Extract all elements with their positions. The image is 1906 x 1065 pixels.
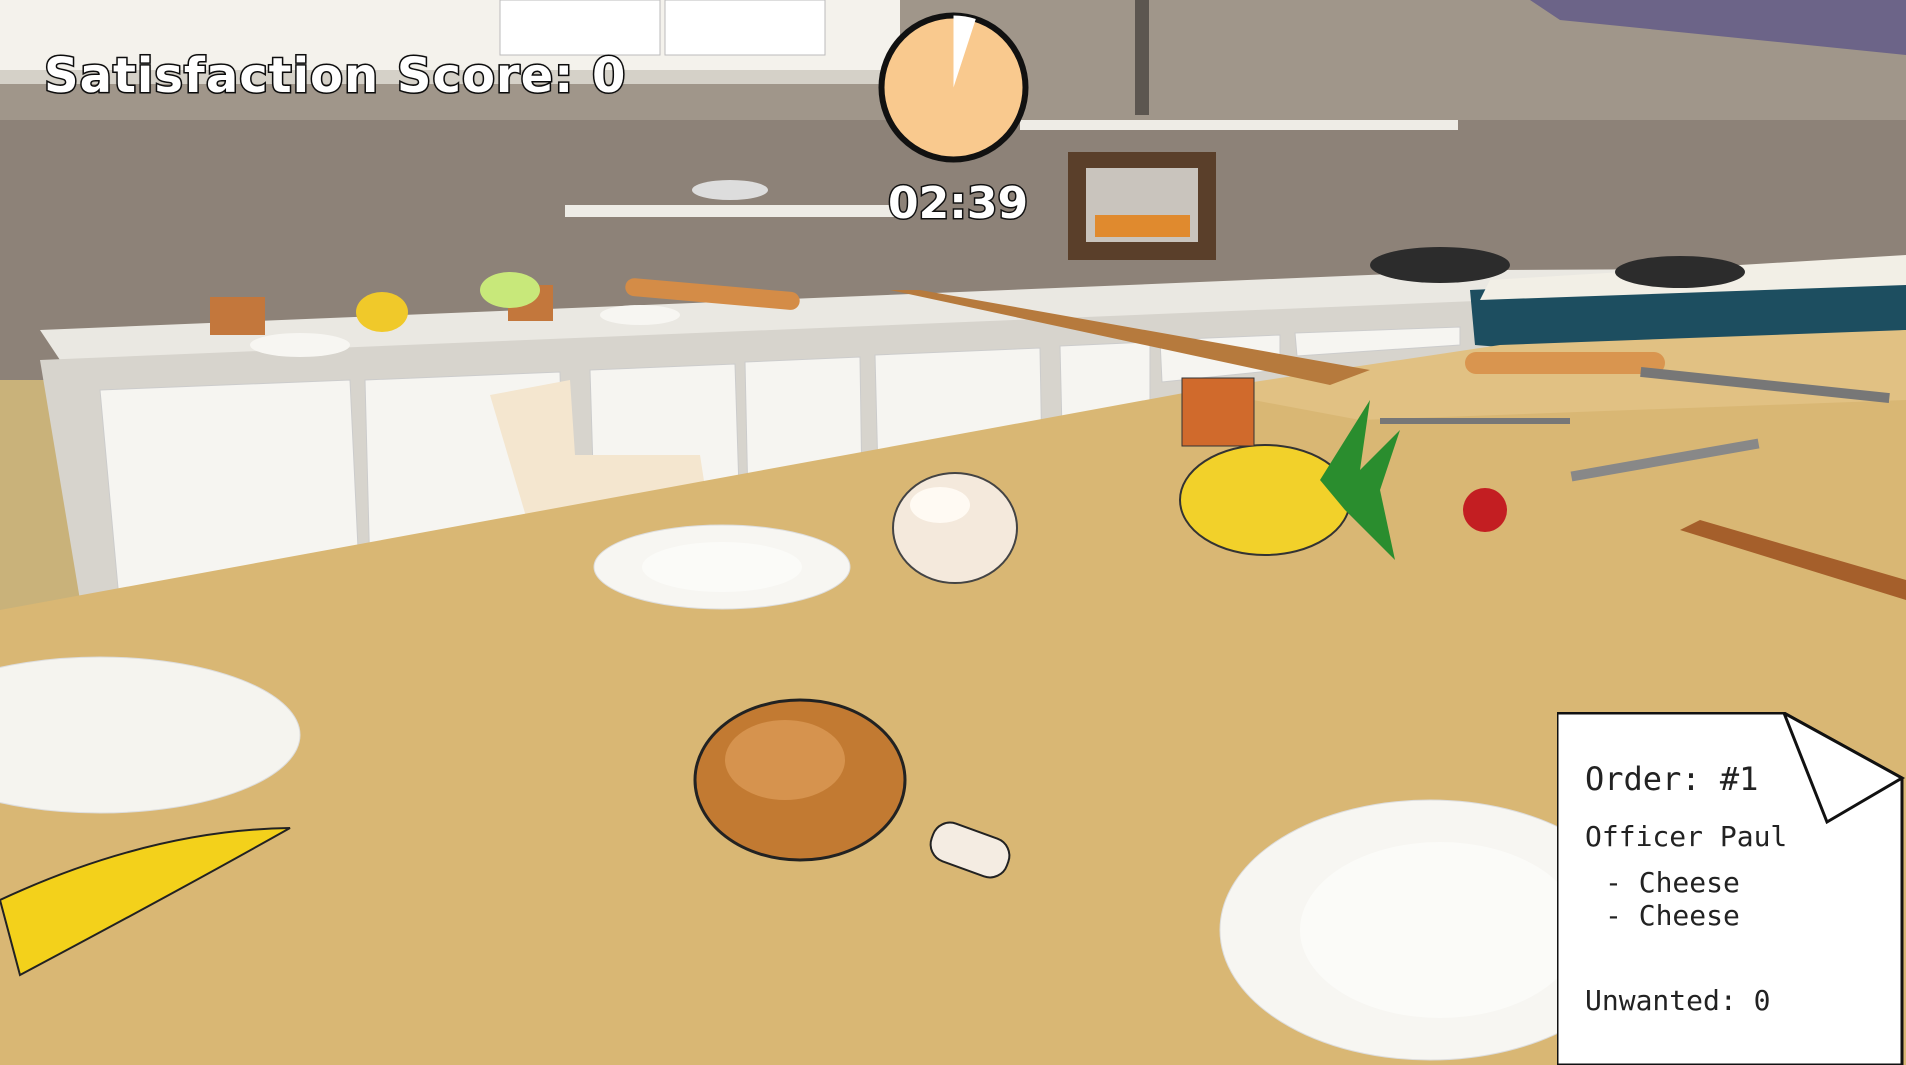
timer-clock-icon xyxy=(876,10,1031,165)
order-item: - Cheese xyxy=(1605,899,1740,932)
order-item: - Cheese xyxy=(1605,866,1740,899)
order-customer: Officer Paul xyxy=(1585,820,1788,853)
timer-text: 02:39 xyxy=(887,177,1030,231)
onion xyxy=(892,472,1018,584)
order-unwanted-count: Unwanted: 0 xyxy=(1585,984,1771,1017)
satisfaction-score: Satisfaction Score: 0 xyxy=(42,47,627,106)
order-number: Order: #1 xyxy=(1585,760,1759,798)
